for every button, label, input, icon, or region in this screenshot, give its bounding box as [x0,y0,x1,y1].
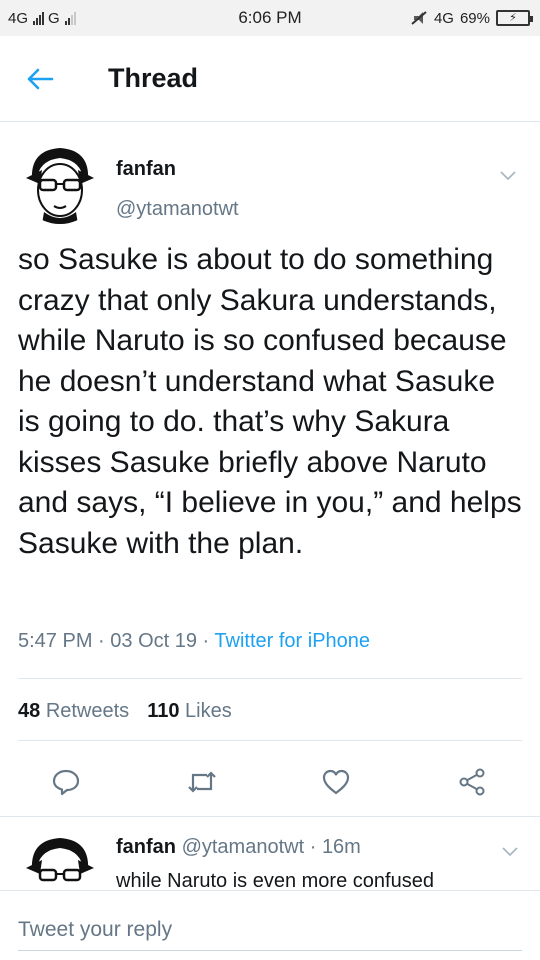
tweet-meta: 5:47 PM · 03 Oct 19 · Twitter for iPhone [18,630,370,653]
signal-indicators: 4G G [8,10,76,27]
retweets-stat[interactable]: 48 Retweets [18,700,129,723]
avatar[interactable] [18,140,102,224]
reply-author-name: fanfan [116,836,176,858]
divider [18,678,522,679]
meta-separator: · [98,630,111,652]
like-button[interactable] [316,762,356,802]
status-bar: 4G G 6:06 PM 4G 69% ⚡ [0,0,540,36]
likes-count: 110 [147,700,180,722]
signal-bars-secondary-icon [64,11,76,25]
status-right: 4G 69% ⚡ [410,9,533,27]
retweet-button[interactable] [182,762,222,802]
meta-separator: · [202,630,215,652]
like-icon [322,769,350,795]
reply-age: 16m [321,836,361,858]
reply-composer [0,890,540,960]
share-icon [459,768,485,796]
likes-stat[interactable]: 110 Likes [147,700,232,723]
reply-text: while Naruto is even more confused [116,870,434,890]
tweet-author-row: fanfan @ytamanotwt [18,140,528,230]
likes-label: Likes [185,700,232,722]
share-button[interactable] [452,762,492,802]
network-type: 4G [433,9,454,27]
tweet-source-link[interactable]: Twitter for iPhone [214,630,370,652]
reply-input[interactable] [18,909,522,951]
tweet-menu-button[interactable] [496,164,520,188]
battery-percent: 69% [459,9,490,27]
chevron-down-icon [500,171,516,181]
divider [18,740,522,741]
reply-button[interactable] [46,762,86,802]
reply-author[interactable]: fanfan @ytamanotwt · 16m [116,836,361,859]
network-label-1: 4G [8,9,29,27]
signal-bars-icon [33,11,45,25]
thread-header: Thread [0,36,540,122]
retweet-icon [188,771,216,793]
retweets-count: 48 [18,700,41,722]
reply-menu-button[interactable] [498,840,522,864]
author-handle[interactable]: @ytamanotwt [116,198,239,221]
tweet-actions [0,762,540,802]
author-name[interactable]: fanfan [116,158,176,181]
avatar[interactable] [18,830,102,890]
back-button[interactable] [20,59,60,99]
mute-icon [411,11,427,25]
tweet-text: so Sasuke is about to do something crazy… [18,243,522,560]
battery-icon: ⚡ [496,10,533,26]
reply-tweet[interactable]: fanfan @ytamanotwt · 16m while Naruto is… [0,820,540,890]
page-title: Thread [108,63,199,93]
chevron-down-icon [502,847,518,857]
clock: 6:06 PM [238,8,302,27]
divider [0,816,540,817]
retweets-label: Retweets [45,700,130,722]
reply-author-handle: @ytamanotwt [181,836,305,858]
tweet-stats: 48 Retweets 110 Likes [18,700,232,723]
reply-icon [52,769,80,796]
meta-separator: · [309,836,317,858]
network-label-2: G [48,9,60,27]
tweet-time: 5:47 PM [18,630,93,652]
back-arrow-icon [27,68,54,89]
tweet-date: 03 Oct 19 [110,630,197,652]
